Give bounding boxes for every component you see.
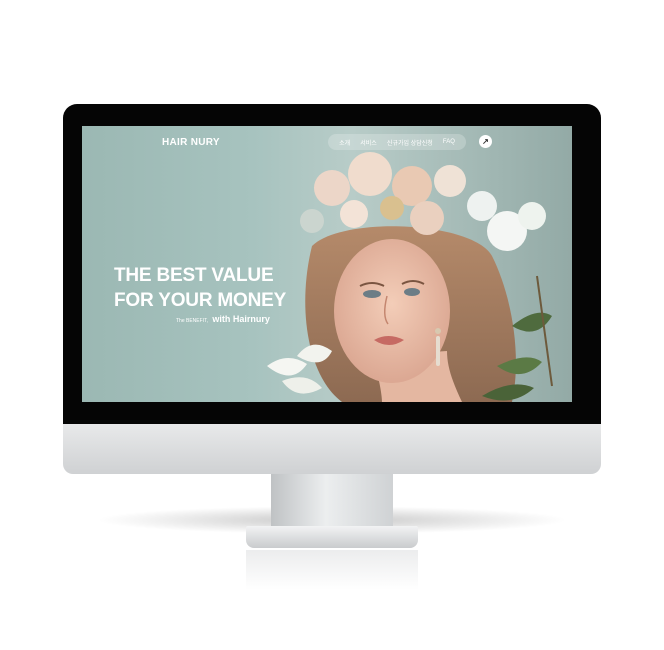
nav-item-signup-consult[interactable]: 신규가입 상담신청	[387, 138, 433, 147]
main-nav: 소개 서비스 신규가입 상담신청 FAQ	[328, 134, 466, 150]
hero-headline-line1: THE BEST VALUE	[114, 265, 274, 286]
nav-item-faq[interactable]: FAQ	[443, 139, 455, 145]
nav-item-services[interactable]: 서비스	[360, 138, 377, 147]
monitor-stand-foot	[246, 526, 418, 548]
hero-tagline: The BENEFIT, with Hairnury	[176, 309, 270, 327]
nav-item-about[interactable]: 소개	[339, 138, 350, 147]
monitor-stand-neck	[271, 474, 393, 528]
monitor-chin	[63, 424, 601, 474]
hero-headline: THE BEST VALUE FOR YOUR MONEY	[114, 263, 286, 313]
tagline-main: with Hairnury	[212, 314, 270, 324]
brand-logo[interactable]: HAIR NURY	[162, 137, 220, 148]
stand-reflection	[246, 550, 418, 590]
arrow-up-right-icon[interactable]: ↗	[479, 135, 492, 148]
tagline-prefix: The BENEFIT,	[176, 318, 208, 324]
website-screen: HAIR NURY 소개 서비스 신규가입 상담신청 FAQ ↗ THE BES…	[82, 126, 572, 402]
